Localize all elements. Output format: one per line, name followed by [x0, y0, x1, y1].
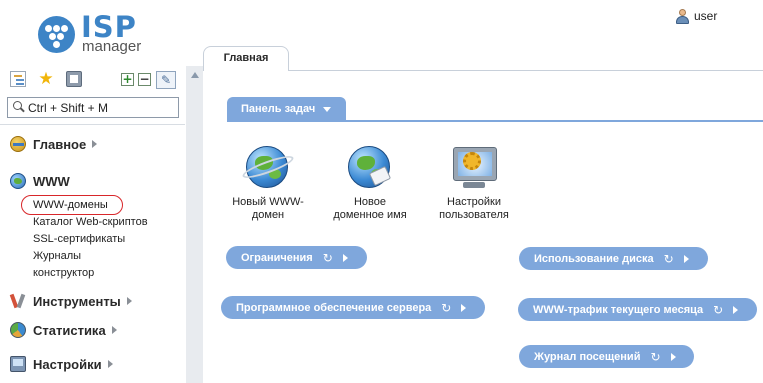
- sidebar-group-settings[interactable]: Настройки: [10, 355, 113, 373]
- chevron-right-icon: [683, 254, 689, 263]
- chevron-right-icon: [342, 253, 348, 262]
- tasks-panel-label: Панель задач: [241, 103, 316, 115]
- tools-icon: [10, 293, 26, 309]
- chevron-right-icon: [126, 297, 132, 305]
- new-www-domain-action[interactable]: Новый WWW-домен: [218, 143, 318, 222]
- section-disk-usage[interactable]: Использование диска ↻: [519, 247, 708, 270]
- chevron-right-icon: [733, 305, 739, 314]
- sidebar-group-www[interactable]: WWW: [10, 172, 70, 190]
- highlight-annotation: [21, 195, 123, 215]
- group-label: Настройки: [33, 356, 102, 372]
- clipboard-icon[interactable]: [66, 71, 82, 87]
- group-label: Инструменты: [33, 293, 121, 309]
- section-www-traffic[interactable]: WWW-трафик текущего месяца ↻: [518, 298, 757, 321]
- pin-icon[interactable]: ✎: [156, 71, 176, 89]
- expand-all-button[interactable]: +: [121, 73, 134, 86]
- chevron-right-icon: [92, 140, 98, 148]
- tree-view-icon[interactable]: [10, 71, 26, 87]
- refresh-icon[interactable]: ↻: [323, 251, 333, 265]
- user-settings-action[interactable]: Настройки пользователя: [424, 143, 524, 222]
- chevron-right-icon: [461, 303, 467, 312]
- chevron-right-icon: [670, 352, 676, 361]
- section-label: Программное обеспечение сервера: [236, 301, 432, 314]
- section-label: Журнал посещений: [534, 350, 641, 363]
- isp-manager-logo[interactable]: ISP manager: [38, 10, 158, 58]
- menu-search[interactable]: [7, 97, 179, 118]
- monitor-gear-icon: [449, 143, 499, 193]
- sidebar-group-tools[interactable]: Инструменты: [10, 292, 132, 310]
- favorites-star-icon[interactable]: ★: [38, 71, 54, 88]
- logo-badge-icon: [38, 16, 75, 53]
- sidebar: ★ + − ✎ Главное WWW WWW-домены Каталог W…: [0, 66, 185, 383]
- group-label: WWW: [33, 173, 70, 189]
- home-icon: [10, 136, 26, 152]
- sidebar-item-constructor[interactable]: конструктор: [33, 267, 94, 280]
- chevron-down-icon: [323, 106, 332, 112]
- sidebar-toolbar: ★ + − ✎: [10, 71, 180, 89]
- section-visit-log[interactable]: Журнал посещений ↻: [519, 345, 694, 368]
- tab-main[interactable]: Главная: [203, 46, 289, 71]
- action-label: Настройки пользователя: [439, 196, 509, 221]
- refresh-icon[interactable]: ↻: [441, 301, 451, 315]
- menu-search-input[interactable]: [28, 99, 176, 116]
- tasks-panel-underline: [227, 120, 763, 122]
- pie-chart-icon: [10, 322, 26, 338]
- user-icon: [676, 8, 689, 24]
- sidebar-item-logs[interactable]: Журналы: [33, 250, 81, 263]
- group-label: Статистика: [33, 322, 106, 338]
- section-label: WWW-трафик текущего месяца: [533, 303, 704, 316]
- section-label: Ограничения: [241, 251, 313, 264]
- globe-icon: [10, 173, 26, 189]
- sidebar-group-main[interactable]: Главное: [10, 135, 98, 153]
- action-label: Новый WWW-домен: [232, 196, 304, 221]
- sidebar-scrollbar[interactable]: [186, 66, 204, 383]
- new-domain-name-action[interactable]: Новое доменное имя: [320, 143, 420, 222]
- section-label: Использование диска: [534, 252, 654, 265]
- refresh-icon[interactable]: ↻: [713, 303, 723, 317]
- refresh-icon[interactable]: ↻: [664, 252, 674, 266]
- collapse-all-button[interactable]: −: [138, 73, 151, 86]
- chevron-right-icon: [111, 326, 117, 334]
- globe-icon: [240, 143, 296, 193]
- tasks-panel-header[interactable]: Панель задач: [227, 97, 346, 121]
- search-icon: [13, 101, 25, 113]
- domain-tag-icon: [345, 143, 395, 193]
- refresh-icon[interactable]: ↻: [650, 350, 660, 364]
- logo-manager-text: manager: [82, 38, 142, 55]
- sidebar-divider: [0, 124, 185, 125]
- sidebar-group-stats[interactable]: Статистика: [10, 321, 117, 339]
- section-server-software[interactable]: Программное обеспечение сервера ↻: [221, 296, 485, 319]
- sidebar-item-ssl[interactable]: SSL-сертификаты: [33, 233, 125, 246]
- user-name: user: [694, 9, 718, 23]
- section-limits[interactable]: Ограничения ↻: [226, 246, 367, 269]
- chevron-right-icon: [107, 360, 113, 368]
- settings-icon: [10, 356, 26, 372]
- user-menu[interactable]: user: [676, 8, 717, 24]
- sidebar-item-web-scripts[interactable]: Каталог Web-скриптов: [33, 216, 148, 229]
- action-label: Новое доменное имя: [333, 196, 407, 221]
- group-label: Главное: [33, 136, 87, 152]
